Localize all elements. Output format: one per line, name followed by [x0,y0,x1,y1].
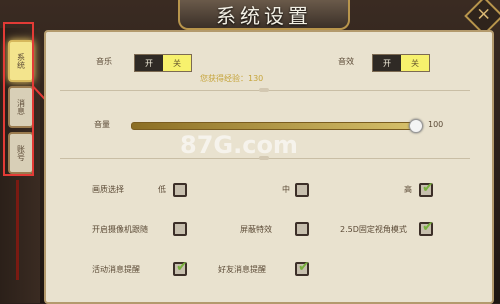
activity-alert-checkbox[interactable]: ✔ [173,259,188,276]
check-icon: ✔ [176,259,188,275]
music-toggle[interactable]: 开 关 [134,54,192,72]
rope-decoration [16,180,19,280]
settings-window: 系统设置 × 系统 消息 账号 音乐 开 关 音效 开 关 您获得经验：130 … [0,0,500,304]
friend-alert-checkbox[interactable]: ✔ [295,259,310,276]
watermark-text: 87G.com [180,131,298,159]
hide-effects-checkbox[interactable] [295,222,309,236]
experience-text: 您获得经验：130 [200,74,264,83]
volume-label: 音量 [94,120,110,129]
check-icon: ✔ [298,259,310,275]
check-icon: ✔ [422,180,434,196]
fixed-angle-checkbox[interactable]: ✔ [419,219,434,236]
tab-highlight-box [3,22,34,176]
volume-knob[interactable] [409,119,423,133]
music-on-option[interactable]: 开 [135,55,163,71]
fixed-angle-label: 2.5D固定视角模式 [340,225,407,234]
camera-follow-label: 开启摄像机跟随 [92,225,148,234]
quality-mid-label: 中 [282,185,290,194]
music-label: 音乐 [96,57,112,66]
quality-low-checkbox[interactable] [173,183,187,197]
music-off-option[interactable]: 关 [163,55,191,71]
friend-alert-label: 好友消息提醒 [218,265,266,274]
quality-low-label: 低 [158,185,166,194]
close-icon: × [476,3,492,25]
camera-follow-checkbox[interactable] [173,222,187,236]
check-icon: ✔ [422,219,434,235]
effects-on-option[interactable]: 开 [373,55,401,71]
effects-label: 音效 [338,57,354,66]
volume-value: 100 [428,120,444,129]
page-title: 系统设置 [216,3,312,28]
effects-off-option[interactable]: 关 [401,55,429,71]
divider-top-dot [259,88,269,92]
quality-high-checkbox[interactable]: ✔ [419,180,434,197]
quality-high-label: 高 [404,185,412,194]
volume-slider[interactable] [131,122,418,130]
activity-alert-label: 活动消息提醒 [92,265,140,274]
title-plate: 系统设置 [178,0,350,30]
hide-effects-label: 屏蔽特效 [240,225,272,234]
effects-toggle[interactable]: 开 关 [372,54,430,72]
quality-mid-checkbox[interactable] [295,183,309,197]
quality-label: 画质选择 [92,185,124,194]
